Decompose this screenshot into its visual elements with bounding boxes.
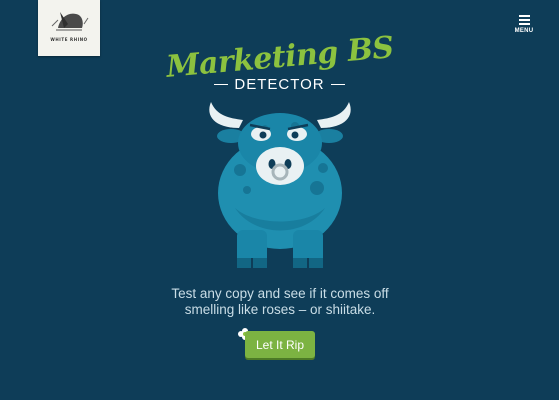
subtitle-row: DETECTOR	[0, 74, 559, 93]
subtitle: DETECTOR	[234, 76, 325, 93]
tagline-line-2: smelling like roses – or shiitake.	[184, 302, 376, 317]
bull-mascot-illustration	[209, 102, 351, 268]
hamburger-icon	[513, 15, 535, 25]
menu-label: MENU	[514, 28, 534, 34]
let-it-rip-button[interactable]: Let It Rip	[245, 331, 315, 358]
subtitle-dash-left	[214, 84, 229, 85]
page-title: Marketing BS	[0, 30, 559, 85]
menu-button[interactable]: MENU	[513, 15, 535, 34]
subtitle-dash-right	[330, 84, 345, 85]
tagline: Test any copy and see if it comes off sm…	[150, 286, 410, 318]
tagline-line-1: Test any copy and see if it comes off	[171, 286, 389, 301]
